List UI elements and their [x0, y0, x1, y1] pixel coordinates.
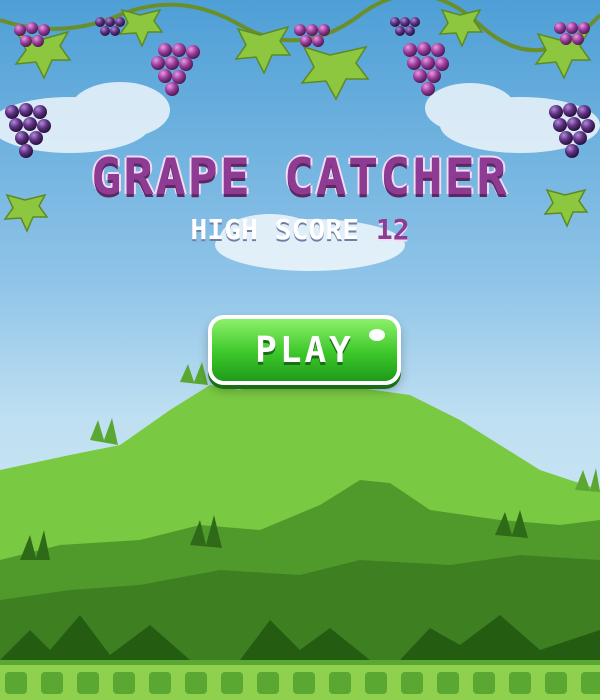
- button-shine: [369, 329, 385, 341]
- ground-tiles: [5, 672, 600, 694]
- high-score-label: HIGH SCORE: [190, 213, 359, 246]
- high-score-value: 12: [375, 213, 410, 246]
- play-button[interactable]: PLAY: [208, 315, 401, 385]
- grape-cluster-icon: [151, 43, 200, 96]
- play-button-label: PLAY: [255, 329, 354, 371]
- game-screen: { "title": "GRAPE CATCHER", "high_score"…: [0, 0, 600, 700]
- grape-cluster-icon: [403, 42, 449, 96]
- high-score: HIGH SCORE 12: [0, 213, 600, 246]
- game-title: GRAPE CATCHER: [91, 148, 509, 206]
- grape-cluster-icon: [294, 24, 330, 47]
